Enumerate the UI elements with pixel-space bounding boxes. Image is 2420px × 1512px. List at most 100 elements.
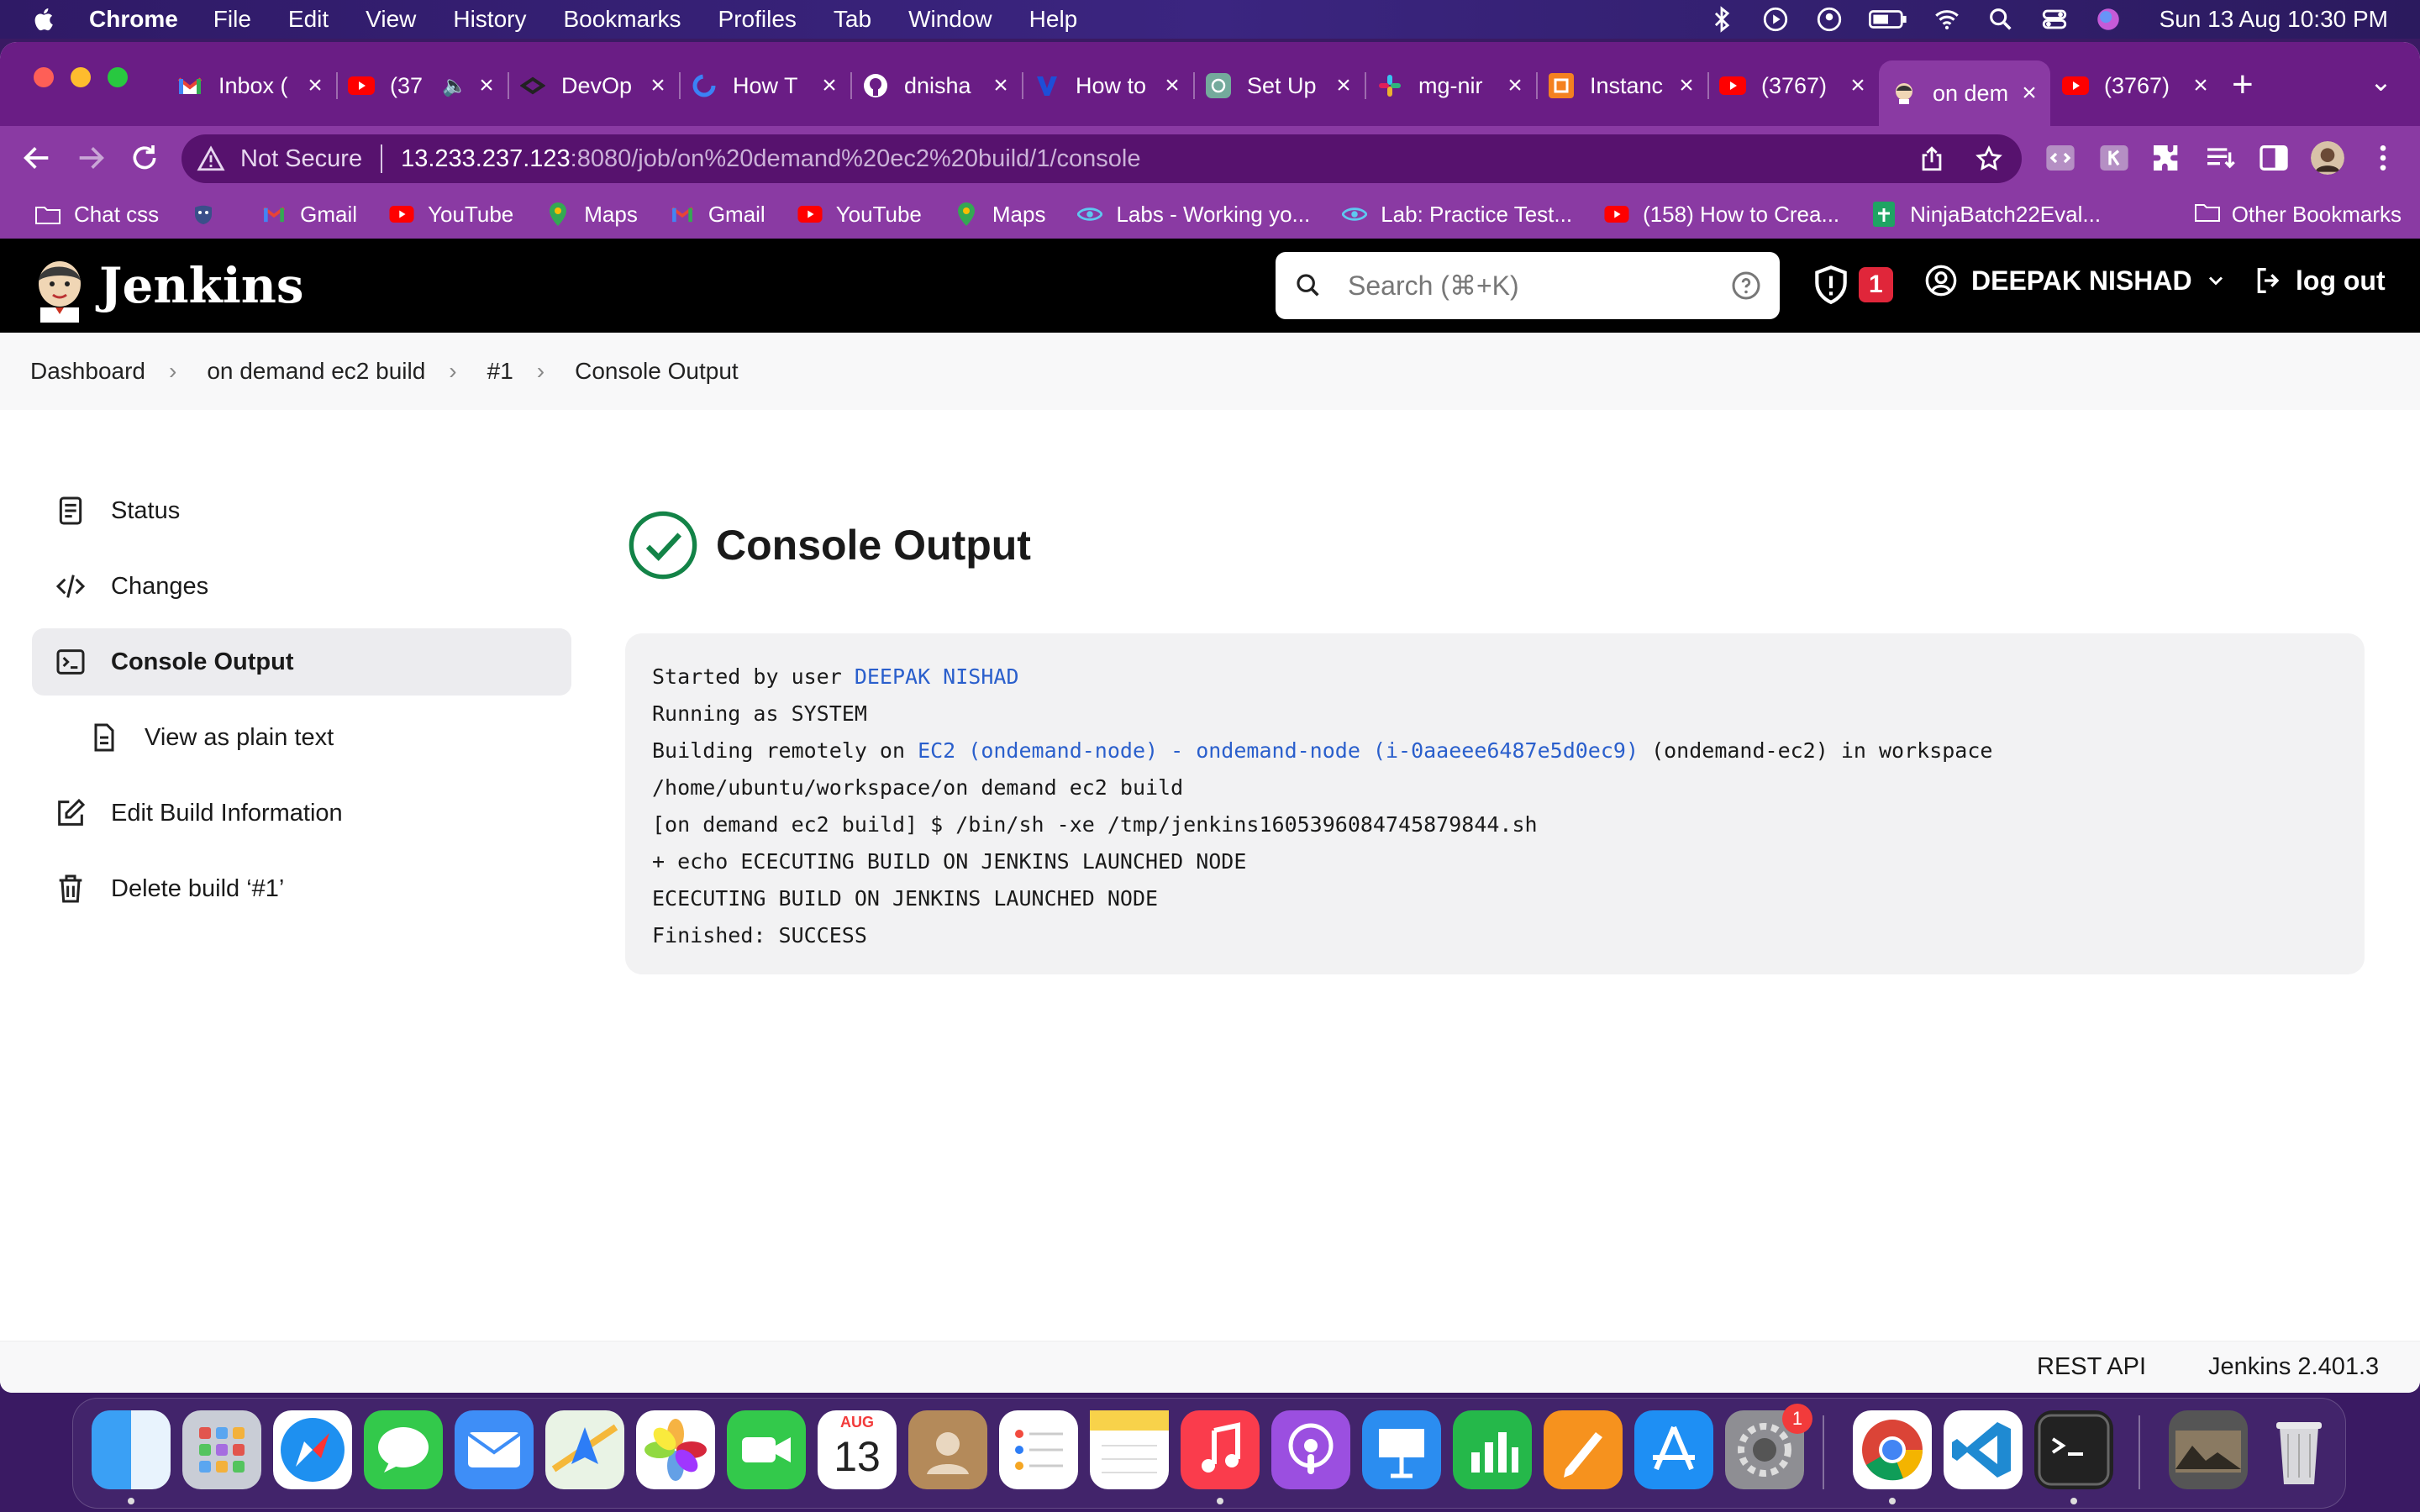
tab-youtube-2[interactable]: (3767) × — [1707, 60, 1879, 111]
chevron-right-icon[interactable]: › — [169, 358, 176, 385]
sidebar-item-console-output[interactable]: Console Output — [32, 628, 571, 696]
bookmark-gmail-1[interactable]: Gmail — [261, 202, 357, 228]
menu-help[interactable]: Help — [1029, 6, 1078, 33]
bluetooth-icon[interactable] — [1707, 5, 1736, 34]
bookmark-youtube-2[interactable]: YouTube — [797, 202, 922, 228]
menu-file[interactable]: File — [213, 6, 251, 33]
close-tab-icon[interactable]: × — [2188, 71, 2213, 100]
menubar-clock[interactable]: Sun 13 Aug 10:30 PM — [2160, 6, 2388, 33]
logout-link[interactable]: log out — [2252, 264, 2386, 297]
menu-history[interactable]: History — [453, 6, 526, 33]
messages-icon[interactable] — [364, 1410, 443, 1489]
tab-aws-instances[interactable]: Instanc × — [1536, 60, 1707, 111]
breadcrumb-job[interactable]: on demand ec2 build — [207, 358, 425, 385]
side-panel-icon[interactable] — [2257, 141, 2291, 175]
help-icon[interactable] — [1731, 270, 1761, 301]
node-link[interactable]: EC2 (ondemand-node) - ondemand-node (i-0… — [918, 738, 1639, 763]
sidebar-item-status[interactable]: Status — [32, 477, 571, 544]
close-tab-icon[interactable]: × — [1502, 71, 1528, 100]
tab-how-to-1[interactable]: How T × — [679, 60, 850, 111]
tab-gmail-inbox[interactable]: Inbox ( × — [165, 60, 336, 111]
address-bar[interactable]: Not Secure 13.233.237.123 :8080/job/on%2… — [182, 134, 2022, 183]
terminal-app-icon[interactable] — [2034, 1410, 2113, 1489]
minimize-window-button[interactable] — [71, 67, 91, 87]
music-icon[interactable] — [1181, 1410, 1260, 1489]
launchpad-icon[interactable] — [182, 1410, 261, 1489]
tab-devops[interactable]: DevOp × — [508, 60, 679, 111]
breadcrumb-dashboard[interactable]: Dashboard — [30, 358, 145, 385]
profile-avatar[interactable] — [2311, 141, 2344, 175]
forward-arrow-icon[interactable] — [74, 141, 108, 175]
vscode-icon[interactable] — [1944, 1410, 2023, 1489]
bookmark-mask[interactable] — [191, 202, 229, 227]
close-tab-icon[interactable]: × — [1674, 71, 1699, 100]
tab-setup[interactable]: Set Up × — [1193, 60, 1365, 111]
close-tab-icon[interactable]: × — [645, 71, 671, 100]
chevron-right-icon[interactable]: › — [537, 358, 544, 385]
close-window-button[interactable] — [34, 67, 54, 87]
warning-triangle-icon[interactable] — [197, 144, 225, 173]
tab-search-chevron-icon[interactable]: ⌄ — [2370, 66, 2392, 97]
devtools-extension-icon[interactable] — [2044, 141, 2077, 175]
close-tab-icon[interactable]: × — [2017, 79, 2042, 108]
reading-list-icon[interactable] — [2203, 141, 2237, 175]
apple-icon[interactable] — [30, 5, 59, 34]
back-arrow-icon[interactable] — [20, 141, 54, 175]
active-app-name[interactable]: Chrome — [89, 6, 178, 33]
siri-icon[interactable] — [2094, 5, 2123, 34]
tab-youtube-3[interactable]: (3767) × — [2050, 60, 2222, 111]
tab-youtube-1[interactable]: (37 🔈 × — [336, 60, 508, 111]
rest-api-link[interactable]: REST API — [2037, 1353, 2146, 1381]
reminders-icon[interactable] — [999, 1410, 1078, 1489]
play-circle-icon[interactable] — [1761, 5, 1790, 34]
keynote-icon[interactable] — [1362, 1410, 1441, 1489]
menu-profiles[interactable]: Profiles — [718, 6, 797, 33]
close-tab-icon[interactable]: × — [1331, 71, 1356, 100]
safari-icon[interactable] — [273, 1410, 352, 1489]
user-menu[interactable]: DEEPAK NISHAD — [1924, 264, 2241, 297]
photos-icon[interactable] — [636, 1410, 715, 1489]
menu-tab[interactable]: Tab — [834, 6, 871, 33]
share-icon[interactable] — [1918, 144, 1946, 173]
user-link[interactable]: DEEPAK NISHAD — [855, 664, 1019, 689]
security-shield-icon[interactable] — [1810, 264, 1852, 306]
sidebar-item-changes[interactable]: Changes — [32, 553, 571, 620]
sidebar-item-edit-build-info[interactable]: Edit Build Information — [32, 780, 571, 847]
app-store-icon[interactable] — [1634, 1410, 1713, 1489]
close-tab-icon[interactable]: × — [302, 71, 328, 100]
jenkins-logo-icon[interactable] — [30, 257, 89, 323]
menu-edit[interactable]: Edit — [288, 6, 329, 33]
other-bookmarks-folder[interactable]: Other Bookmarks — [2194, 190, 2402, 239]
bookmark-maps-1[interactable]: Maps — [545, 202, 638, 228]
bookmark-maps-2[interactable]: Maps — [954, 202, 1045, 228]
menu-window[interactable]: Window — [908, 6, 992, 33]
wifi-icon[interactable] — [1933, 5, 1961, 34]
kebab-menu-icon[interactable] — [2366, 141, 2400, 175]
menu-bookmarks[interactable]: Bookmarks — [563, 6, 681, 33]
control-center-icon[interactable] — [2040, 5, 2069, 34]
contacts-icon[interactable] — [908, 1410, 987, 1489]
tab-github[interactable]: dnisha × — [850, 60, 1022, 111]
bookmark-chat-css[interactable]: Chat css — [35, 202, 159, 228]
pages-icon[interactable] — [1544, 1410, 1623, 1489]
battery-icon[interactable] — [1868, 5, 1907, 34]
security-status[interactable]: Not Secure — [240, 145, 362, 173]
notes-icon[interactable] — [1090, 1410, 1169, 1489]
podcasts-icon[interactable] — [1271, 1410, 1350, 1489]
downloads-stack-icon[interactable] — [2169, 1410, 2248, 1489]
finder-icon[interactable] — [92, 1410, 171, 1489]
sidebar-item-delete-build[interactable]: Delete build ‘#1’ — [32, 855, 571, 922]
new-tab-button[interactable]: + — [2232, 64, 2254, 106]
trash-bin-icon[interactable] — [2260, 1410, 2338, 1489]
security-alert-count-badge[interactable]: 1 — [1859, 267, 1893, 302]
bookmark-youtube-1[interactable]: YouTube — [389, 202, 513, 228]
breadcrumb-current[interactable]: Console Output — [575, 358, 739, 385]
numbers-icon[interactable] — [1453, 1410, 1532, 1489]
zoom-window-button[interactable] — [108, 67, 128, 87]
reload-icon[interactable] — [128, 141, 161, 175]
close-tab-icon[interactable]: × — [1160, 71, 1185, 100]
bookmark-youtube-3[interactable]: (158) How to Crea... — [1604, 202, 1839, 228]
jenkins-home-title[interactable]: Jenkins — [99, 257, 304, 314]
sidebar-item-plain-text[interactable]: View as plain text — [32, 704, 571, 771]
facetime-icon[interactable] — [727, 1410, 806, 1489]
